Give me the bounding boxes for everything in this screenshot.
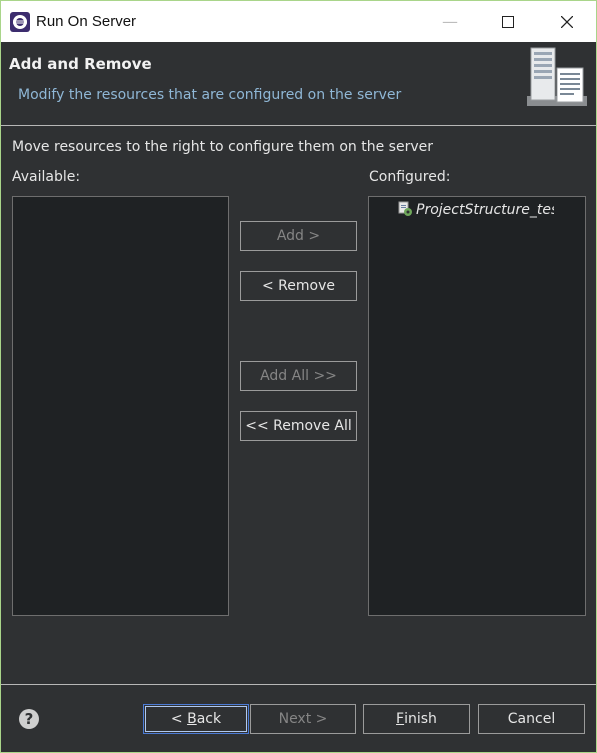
back-button-mnemonic: B (187, 711, 197, 727)
remove-button[interactable]: < Remove (240, 271, 357, 301)
finish-button[interactable]: Finish (363, 704, 470, 734)
run-on-server-dialog: Run On Server — Add and Remove Modify th… (0, 0, 597, 753)
available-label: Available: (12, 169, 81, 185)
maximize-icon (502, 15, 514, 28)
close-icon (561, 15, 573, 28)
configured-item-label: ProjectStructure_test (416, 202, 554, 218)
server-graphic-icon (527, 47, 587, 106)
add-button[interactable]: Add > (240, 221, 357, 251)
window-title: Run On Server (36, 13, 137, 30)
project-icon (398, 201, 412, 216)
configured-label: Configured: (369, 169, 451, 185)
cancel-button[interactable]: Cancel (478, 704, 585, 734)
back-button-prefix: < (170, 711, 188, 727)
back-button-rest: ack (196, 711, 222, 727)
title-bar[interactable]: Run On Server — (1, 1, 596, 42)
configured-list[interactable]: ProjectStructure_test (368, 196, 586, 616)
help-icon[interactable]: ? (19, 709, 39, 729)
close-button[interactable] (538, 1, 596, 42)
next-button[interactable]: Next > (250, 704, 356, 734)
minimize-icon: — (442, 12, 458, 31)
wizard-header: Add and Remove Modify the resources that… (1, 42, 596, 124)
finish-button-rest: inish (404, 711, 437, 727)
footer-separator (1, 684, 596, 685)
available-list[interactable] (12, 196, 229, 616)
back-button[interactable]: < Back (143, 704, 249, 734)
eclipse-app-icon (10, 12, 30, 32)
instruction-text: Move resources to the right to configure… (12, 139, 433, 155)
page-description: Modify the resources that are configured… (18, 87, 402, 103)
add-all-button[interactable]: Add All >> (240, 361, 357, 391)
header-separator (1, 125, 596, 126)
maximize-button[interactable] (479, 1, 537, 42)
page-title: Add and Remove (9, 55, 152, 73)
finish-button-mnemonic: F (396, 711, 405, 727)
minimize-button[interactable]: — (421, 1, 479, 42)
remove-all-button[interactable]: << Remove All (240, 411, 357, 441)
